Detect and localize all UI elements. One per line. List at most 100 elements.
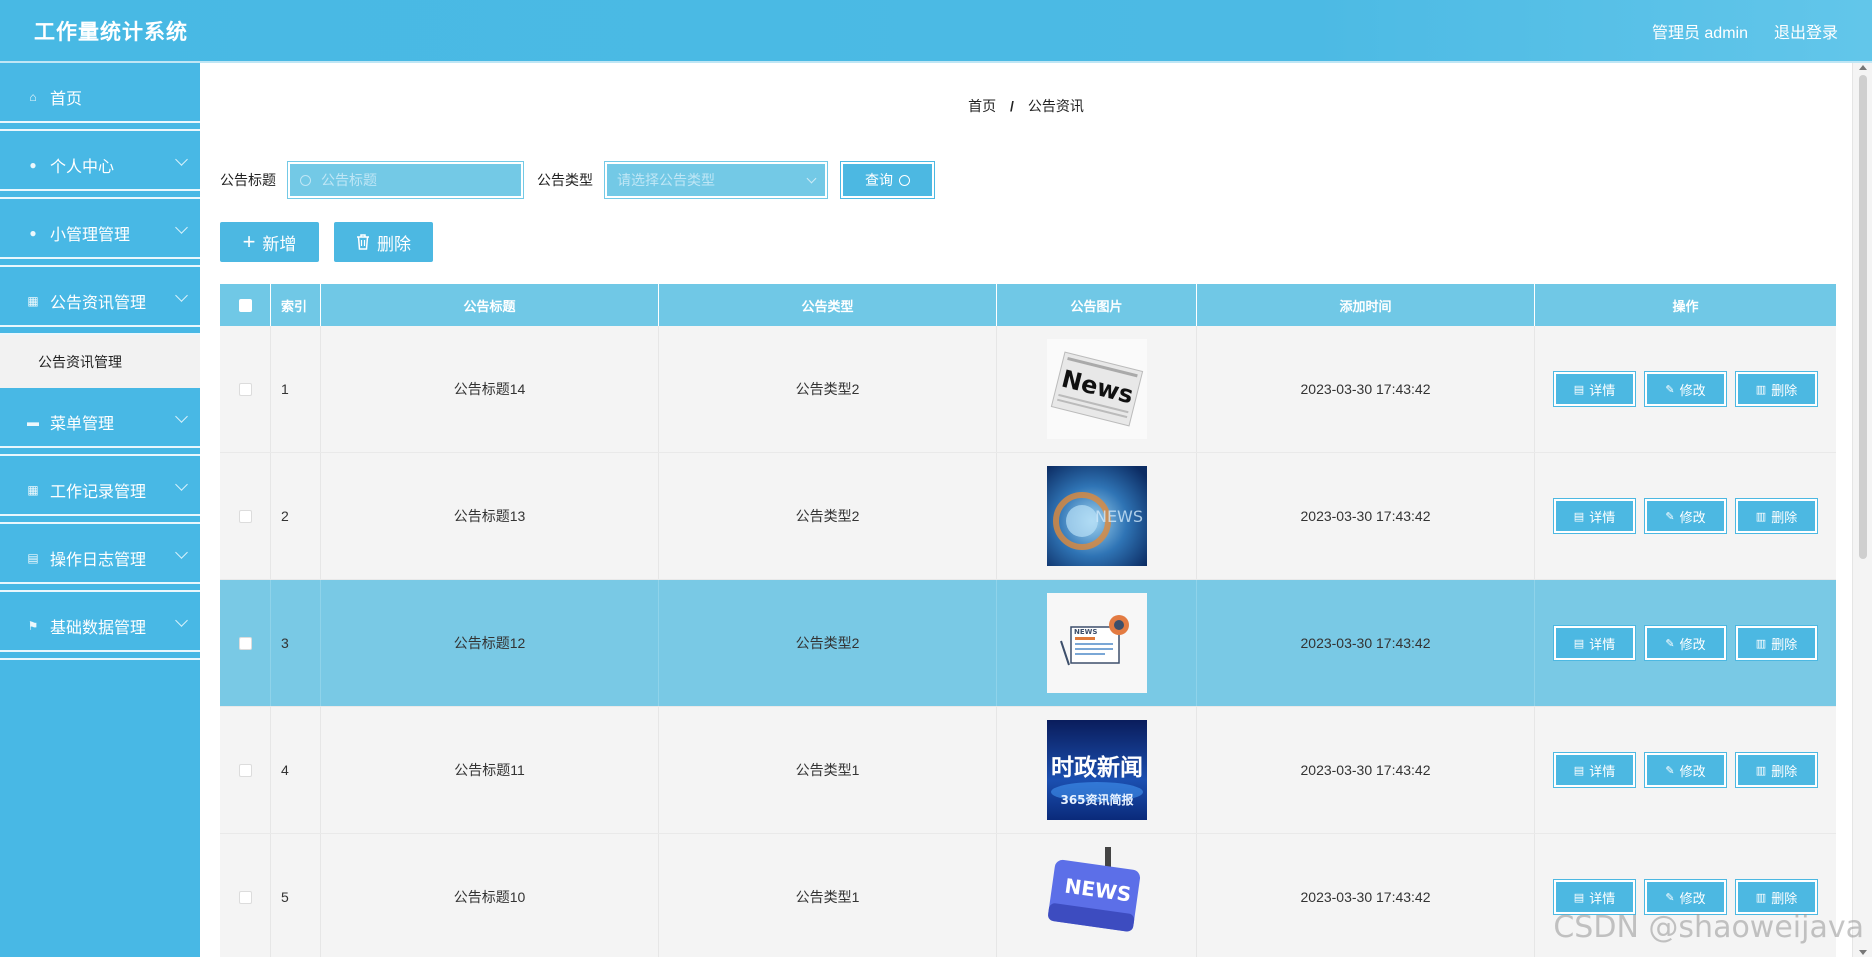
- sidebar-item-personal-center[interactable]: ● 个人中心: [0, 131, 200, 199]
- row-image-cell: News: [997, 326, 1197, 452]
- trash-icon: ▥: [1755, 637, 1767, 650]
- table-row: 1 公告标题14 公告类型2 News 2023-03-30 17:43:42: [220, 326, 1836, 453]
- sidebar-item-label: 首页: [50, 91, 83, 108]
- edit-button[interactable]: ✎ 修改: [1644, 879, 1727, 915]
- add-button-label: 新增: [262, 234, 297, 254]
- submenu-notice-manage[interactable]: 公告资讯管理: [0, 335, 200, 388]
- edit-button[interactable]: ✎ 修改: [1644, 752, 1727, 788]
- row-title: 公告标题11: [321, 707, 659, 833]
- current-user[interactable]: 管理员 admin: [1652, 19, 1748, 43]
- monitor-icon: ▬: [27, 415, 39, 429]
- header-user-area: 管理员 admin 退出登录: [1652, 19, 1838, 43]
- edit-button[interactable]: ✎ 修改: [1644, 371, 1727, 407]
- row-checkbox[interactable]: [238, 636, 252, 650]
- sidebar-item-operation-log[interactable]: ▤ 操作日志管理: [0, 524, 200, 592]
- edit-label: 修改: [1679, 890, 1706, 906]
- row-checkbox[interactable]: [238, 509, 252, 523]
- delete-button[interactable]: ▥ 删除: [1735, 879, 1818, 915]
- row-ops: ▤ 详情 ✎ 修改 ▥ 删除: [1535, 580, 1836, 706]
- main-content: 首页 / 公告资讯 公告标题 公告标题 公告类型 请选择公告类型 查询 + 新增…: [200, 63, 1852, 957]
- detail-label: 详情: [1589, 890, 1616, 906]
- type-select[interactable]: 请选择公告类型: [604, 161, 828, 199]
- search-icon: [300, 174, 311, 186]
- sidebar-item-notice-manage[interactable]: ▦ 公告资讯管理: [0, 267, 200, 335]
- scrollbar-thumb[interactable]: [1859, 75, 1867, 559]
- news-thumbnail[interactable]: NEWS: [1046, 847, 1147, 947]
- title-search-input[interactable]: 公告标题: [287, 161, 524, 199]
- detail-button[interactable]: ▤ 详情: [1553, 879, 1636, 915]
- chevron-down-icon: [806, 173, 817, 183]
- sidebar-item-admin-manage[interactable]: ● 小管理管理: [0, 199, 200, 267]
- add-button[interactable]: + 新增: [220, 222, 319, 262]
- edit-icon: ✎: [1665, 637, 1675, 650]
- query-button[interactable]: 查询: [840, 161, 935, 199]
- sidebar-item-menu-manage[interactable]: ▬ 菜单管理: [0, 388, 200, 456]
- detail-button[interactable]: ▤ 详情: [1553, 498, 1636, 534]
- row-title: 公告标题13: [321, 453, 659, 579]
- grid-icon: ▦: [27, 483, 39, 497]
- sidebar-item-base-data[interactable]: ⚑ 基础数据管理: [0, 592, 200, 660]
- breadcrumb-home[interactable]: 首页: [968, 98, 996, 114]
- header-select-all[interactable]: [220, 284, 271, 326]
- edit-icon: ✎: [1665, 891, 1675, 904]
- edit-label: 修改: [1679, 636, 1706, 652]
- row-checkbox-cell: [220, 580, 271, 706]
- news-thumbnail[interactable]: News: [1046, 339, 1147, 439]
- column-header-ops: 操作: [1672, 298, 1699, 314]
- row-ops: ▤ 详情 ✎ 修改 ▥ 删除: [1535, 707, 1836, 833]
- detail-button[interactable]: ▤ 详情: [1553, 371, 1636, 407]
- select-all-checkbox[interactable]: [238, 298, 252, 312]
- thumb-subtext: 365资讯简报: [1060, 792, 1133, 807]
- news-thumbnail[interactable]: 时政新闻 365资讯简报: [1046, 720, 1147, 820]
- sidebar-item-label: 工作记录管理: [50, 484, 147, 501]
- sidebar-item-label: 操作日志管理: [50, 552, 147, 569]
- row-checkbox[interactable]: [238, 763, 252, 777]
- detail-button[interactable]: ▤ 详情: [1553, 752, 1636, 788]
- title-search-placeholder: 公告标题: [321, 172, 377, 188]
- delete-button[interactable]: ▥ 删除: [1735, 752, 1818, 788]
- batch-delete-button[interactable]: 删除: [334, 222, 433, 262]
- document-icon: ▤: [1573, 891, 1585, 904]
- edit-button[interactable]: ✎ 修改: [1644, 498, 1727, 534]
- home-icon: ⌂: [29, 90, 37, 104]
- action-bar: + 新增 删除: [220, 222, 433, 262]
- breadcrumb-separator: /: [1010, 98, 1014, 114]
- row-checkbox[interactable]: [238, 890, 252, 904]
- edit-icon: ✎: [1665, 383, 1675, 396]
- chevron-down-icon: [175, 221, 188, 234]
- row-index: 5: [271, 834, 321, 957]
- row-checkbox[interactable]: [238, 382, 252, 396]
- search-icon: [899, 174, 910, 186]
- sidebar-item-work-record[interactable]: ▦ 工作记录管理: [0, 456, 200, 524]
- delete-button[interactable]: ▥ 删除: [1735, 498, 1818, 534]
- table-row: 2 公告标题13 公告类型2 NEWS 2023-03-30 17:43:42 …: [220, 453, 1836, 580]
- detail-label: 详情: [1589, 382, 1616, 398]
- row-checkbox-cell: [220, 707, 271, 833]
- trash-icon: [357, 234, 369, 250]
- vertical-scrollbar[interactable]: [1852, 63, 1872, 957]
- scroll-down-icon[interactable]: [1859, 950, 1867, 955]
- detail-button[interactable]: ▤ 详情: [1553, 625, 1636, 661]
- news-thumbnail[interactable]: NEWS: [1046, 593, 1147, 693]
- row-time: 2023-03-30 17:43:42: [1197, 453, 1535, 579]
- notice-table: 索引 公告标题 公告类型 公告图片 添加时间 操作 1 公告标题14 公告类型2: [220, 284, 1836, 957]
- delete-button[interactable]: ▥ 删除: [1735, 625, 1818, 661]
- thumb-text: 时政新闻: [1051, 754, 1143, 781]
- chevron-down-icon: [175, 153, 188, 166]
- query-button-label: 查询: [865, 172, 893, 188]
- sidebar-item-home[interactable]: ⌂ 首页: [0, 63, 200, 131]
- sidebar-item-label: 个人中心: [50, 159, 115, 176]
- top-header: 工作量统计系统 管理员 admin 退出登录: [0, 0, 1872, 61]
- title-filter-label: 公告标题: [220, 172, 276, 188]
- delete-button[interactable]: ▥ 删除: [1735, 371, 1818, 407]
- row-type: 公告类型2: [659, 326, 997, 452]
- row-index: 2: [271, 453, 321, 579]
- delete-label: 删除: [1771, 890, 1798, 906]
- trash-icon: ▥: [1755, 891, 1767, 904]
- scroll-up-icon[interactable]: [1859, 65, 1867, 70]
- news-thumbnail[interactable]: NEWS: [1046, 466, 1147, 566]
- plus-icon: +: [242, 229, 256, 254]
- edit-button[interactable]: ✎ 修改: [1644, 625, 1727, 661]
- logout-link[interactable]: 退出登录: [1774, 19, 1838, 43]
- type-select-placeholder: 请选择公告类型: [617, 172, 715, 188]
